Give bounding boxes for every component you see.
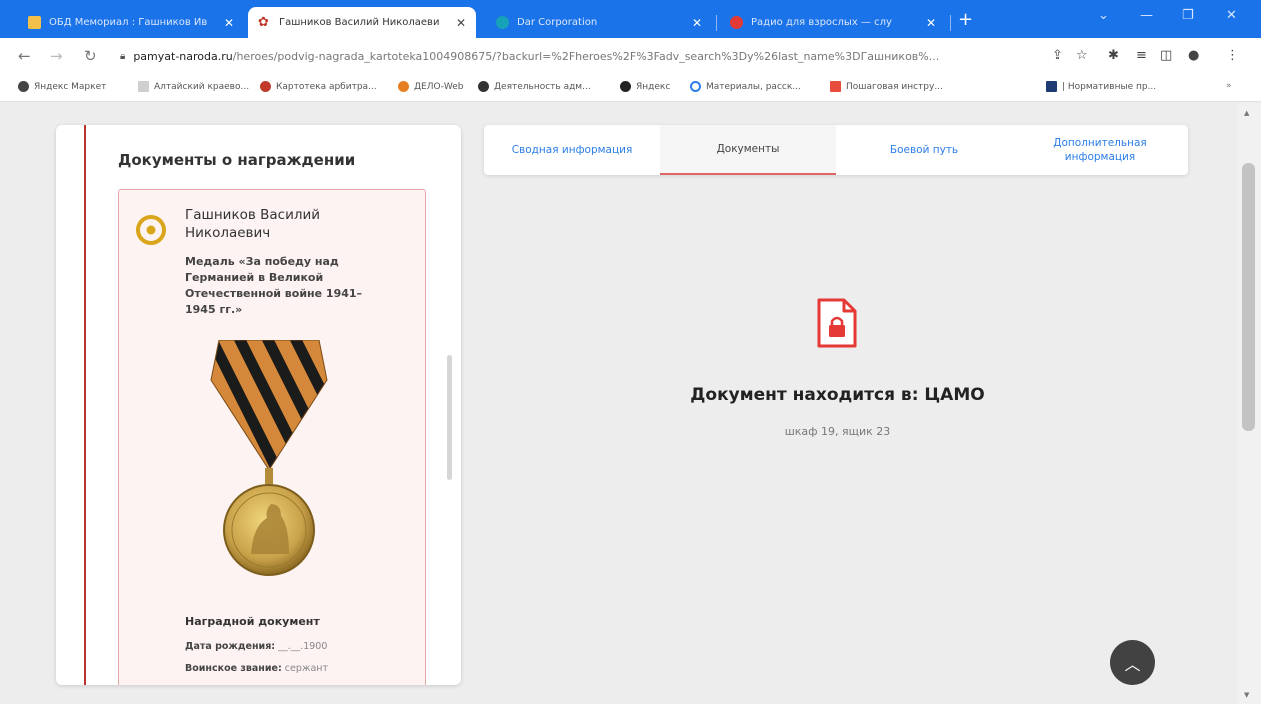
lock-icon: 🔒︎ bbox=[120, 50, 126, 62]
bookmark-item[interactable]: Алтайский краево... bbox=[138, 81, 249, 92]
bookmark-label: Деятельность адм... bbox=[494, 81, 591, 92]
bookmark-icon bbox=[690, 81, 701, 92]
extensions-puzzle-icon[interactable]: ✱ bbox=[1108, 48, 1119, 63]
bookmarks-bar: Яндекс Маркет Алтайский краево... Картот… bbox=[0, 74, 1261, 102]
medal-image-icon bbox=[210, 340, 328, 576]
tab-separator bbox=[716, 15, 717, 31]
bookmark-item[interactable]: Материалы, расск... bbox=[690, 81, 801, 92]
new-tab-plus-icon[interactable]: + bbox=[958, 9, 973, 30]
close-tab-icon[interactable]: ✕ bbox=[456, 16, 466, 30]
address-bar: ← → ↻ 🔒︎ pamyat-naroda.ru /heroes/podvig… bbox=[0, 38, 1261, 74]
scroll-down-arrow-icon[interactable]: ▼ bbox=[1244, 691, 1249, 699]
bookmarks-overflow-chevron-icon[interactable]: » bbox=[1226, 81, 1232, 91]
tab-separator bbox=[950, 15, 951, 31]
award-birth-row: Дата рождения: __.__.1900 bbox=[185, 641, 327, 652]
bookmark-label: Яндекс bbox=[636, 81, 671, 92]
hero-tabs: Сводная информация Документы Боевой путь… bbox=[484, 125, 1188, 175]
award-medal-title: Медаль «За победу над Германией в Велико… bbox=[185, 255, 363, 316]
bookmark-item[interactable]: ДЕЛО-Web bbox=[398, 81, 463, 92]
tab-documents[interactable]: Документы bbox=[660, 125, 836, 175]
radio-favicon-icon bbox=[730, 16, 743, 29]
browser-tab-title: ОБД Мемориал : Гашников Ив bbox=[49, 17, 208, 28]
side-panel-icon[interactable]: ◫ bbox=[1160, 48, 1172, 63]
timeline-line bbox=[84, 125, 86, 685]
award-rank-row: Воинское звание: сержант bbox=[185, 663, 328, 674]
bookmark-label: Алтайский краево... bbox=[154, 81, 250, 92]
document-storage-details: шкаф 19, ящик 23 bbox=[784, 425, 891, 438]
close-window-icon[interactable]: ✕ bbox=[1226, 8, 1237, 23]
bookmark-label: | Нормативные пр... bbox=[1062, 81, 1157, 92]
birth-label: Дата рождения: bbox=[185, 641, 276, 652]
browser-tab-bar: ОБД Мемориал : Гашников Ив ✕ ✿ Гашников … bbox=[0, 0, 1261, 38]
bookmark-label: Картотека арбитра... bbox=[276, 81, 377, 92]
back-arrow-icon[interactable]: ← bbox=[18, 47, 31, 65]
star-favicon-icon: ✿ bbox=[258, 15, 269, 30]
award-doc-type: Наградной документ bbox=[185, 615, 320, 628]
maximize-icon[interactable]: ❐ bbox=[1182, 8, 1194, 23]
bookmark-icon bbox=[1046, 81, 1057, 92]
bookmark-icon bbox=[18, 81, 29, 92]
close-tab-icon[interactable]: ✕ bbox=[224, 16, 234, 30]
browser-menu-icon[interactable]: ⋮ bbox=[1226, 48, 1239, 63]
forward-arrow-icon[interactable]: → bbox=[50, 47, 63, 65]
page-scrollbar-thumb[interactable] bbox=[1242, 163, 1255, 431]
browser-tab-dar[interactable]: Dar Corporation ✕ bbox=[486, 7, 712, 38]
bookmark-item[interactable]: Пошаговая инстру... bbox=[830, 81, 943, 92]
url-path: /heroes/podvig-nagrada_kartoteka10049086… bbox=[232, 49, 940, 63]
bookmark-item[interactable]: Картотека арбитра... bbox=[260, 81, 377, 92]
bookmark-icon bbox=[398, 81, 409, 92]
bookmark-label: Яндекс Маркет bbox=[34, 81, 107, 92]
awards-section-title: Документы о награждении bbox=[118, 151, 356, 169]
profile-avatar-icon[interactable]: ● bbox=[1188, 48, 1199, 63]
bookmark-label: Материалы, расск... bbox=[706, 81, 801, 92]
tab-additional-info[interactable]: Дополнительная информация bbox=[1012, 125, 1188, 175]
browser-tab-obd[interactable]: ОБД Мемориал : Гашников Ив ✕ bbox=[18, 7, 244, 38]
dar-favicon-icon bbox=[496, 16, 509, 29]
chevron-up-icon: ︿ bbox=[1124, 654, 1141, 674]
reading-list-icon[interactable]: ≡ bbox=[1136, 48, 1147, 63]
browser-tab-radio[interactable]: Радио для взрослых — слу ✕ bbox=[720, 7, 946, 38]
award-circle-icon bbox=[136, 215, 166, 245]
bookmark-label: ДЕЛО-Web bbox=[414, 81, 464, 92]
bookmark-item[interactable]: Яндекс bbox=[620, 81, 670, 92]
url-domain: pamyat-naroda.ru bbox=[133, 49, 233, 63]
page-content: Документы о награждении Гашников Василий… bbox=[0, 103, 1237, 704]
bookmark-label: Пошаговая инстру... bbox=[846, 81, 943, 92]
bookmark-item[interactable]: Деятельность адм... bbox=[478, 81, 591, 92]
browser-tab-title: Радио для взрослых — слу bbox=[751, 17, 892, 28]
bookmark-icon bbox=[478, 81, 489, 92]
bookmark-item[interactable]: Яндекс Маркет bbox=[18, 81, 106, 92]
browser-tab-gashnikov[interactable]: ✿ Гашников Василий Николаеви ✕ bbox=[248, 7, 476, 38]
rank-value: сержант bbox=[284, 663, 329, 674]
scroll-to-top-button[interactable]: ︿ bbox=[1110, 640, 1155, 685]
document-location: Документ находится в: ЦАМО bbox=[690, 385, 985, 405]
award-entry[interactable]: Гашников Василий Николаевич Медаль «За п… bbox=[118, 189, 426, 685]
rank-label: Воинское звание: bbox=[185, 663, 282, 674]
bookmark-icon bbox=[260, 81, 271, 92]
browser-tab-title: Гашников Василий Николаеви bbox=[279, 17, 440, 28]
tab-combat-path[interactable]: Боевой путь bbox=[836, 125, 1012, 175]
reload-icon[interactable]: ↻ bbox=[84, 47, 97, 65]
awards-scrollbar[interactable] bbox=[447, 355, 452, 480]
browser-tab-title: Dar Corporation bbox=[517, 17, 598, 28]
tab-summary[interactable]: Сводная информация bbox=[484, 125, 660, 175]
birth-value: __.__.1900 bbox=[278, 641, 328, 652]
bookmark-icon bbox=[620, 81, 631, 92]
bookmark-item[interactable]: | Нормативные пр... bbox=[1046, 81, 1156, 92]
page-scrollbar[interactable]: ▲ ▼ bbox=[1237, 103, 1261, 704]
bookmark-star-icon[interactable]: ☆ bbox=[1076, 48, 1088, 63]
minimize-icon[interactable]: — bbox=[1140, 8, 1153, 23]
bookmark-icon bbox=[138, 81, 149, 92]
locked-document-icon bbox=[817, 298, 857, 348]
scroll-up-arrow-icon[interactable]: ▲ bbox=[1244, 109, 1249, 117]
tab-search-chevron-icon[interactable]: ⌄ bbox=[1098, 8, 1109, 23]
close-tab-icon[interactable]: ✕ bbox=[926, 16, 936, 30]
obd-favicon-icon bbox=[28, 16, 41, 29]
bookmark-icon bbox=[830, 81, 841, 92]
close-tab-icon[interactable]: ✕ bbox=[692, 16, 702, 30]
url-field[interactable]: 🔒︎ pamyat-naroda.ru /heroes/podvig-nagra… bbox=[120, 44, 1040, 68]
share-icon[interactable]: ⇪ bbox=[1052, 48, 1063, 63]
award-person-name: Гашников Василий Николаевич bbox=[185, 207, 321, 241]
awards-card: Документы о награждении Гашников Василий… bbox=[56, 125, 461, 685]
